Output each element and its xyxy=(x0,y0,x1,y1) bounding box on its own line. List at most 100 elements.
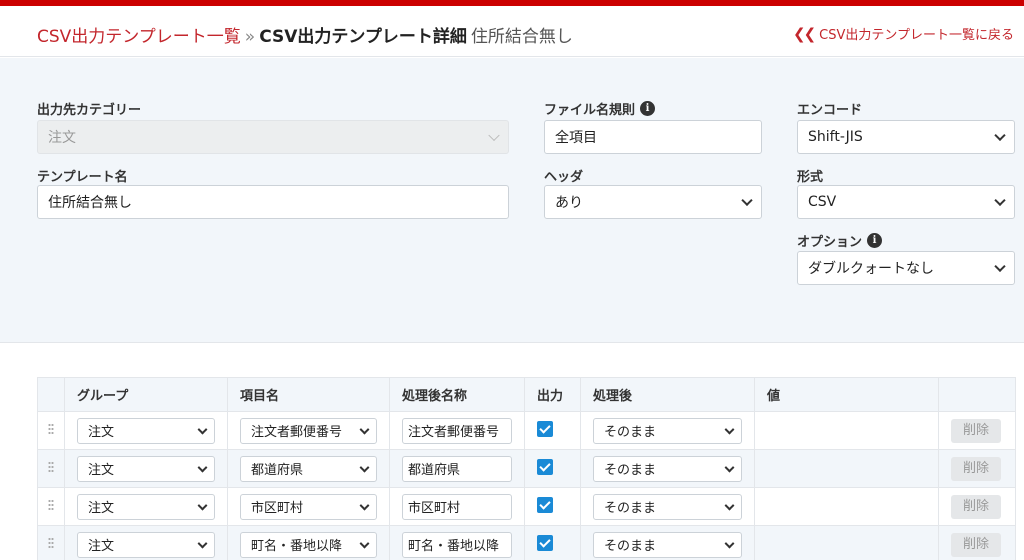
drag-handle-icon xyxy=(48,422,54,435)
filename-rule-label-text: ファイル名規則 xyxy=(544,103,636,118)
alias-input[interactable]: 注文者郵便番号 xyxy=(402,417,512,444)
page-title: CSV出力テンプレート詳細 xyxy=(259,27,467,47)
process-select[interactable]: そのまま xyxy=(593,455,742,482)
item-select[interactable]: 町名・番地以降 xyxy=(240,531,377,558)
encode-label: エンコード xyxy=(797,103,863,118)
drag-handle[interactable] xyxy=(37,449,65,488)
column-header-value: 値 xyxy=(754,377,939,412)
chevron-down-icon xyxy=(724,424,735,435)
page-header: CSV出力テンプレート一覧» CSV出力テンプレート詳細 住所結合無し ❮❮ CSV… xyxy=(0,6,1024,57)
group-select[interactable]: 注文 xyxy=(77,417,215,444)
encode-select[interactable]: Shift-JIS xyxy=(797,120,1015,154)
group-select[interactable]: 注文 xyxy=(77,493,215,520)
template-name-label: テンプレート名 xyxy=(37,170,128,185)
template-name-title: 住所結合無し xyxy=(470,27,573,47)
column-header-alias: 処理後名称 xyxy=(389,377,525,412)
chevron-down-icon xyxy=(359,500,370,511)
value-cell xyxy=(754,449,939,488)
filename-rule-value: 全項目 xyxy=(555,130,597,146)
process-value: そのまま xyxy=(604,501,657,516)
format-label: 形式 xyxy=(797,170,824,185)
option-label-text: オプション xyxy=(797,235,863,250)
category-label: 出力先カテゴリー xyxy=(37,103,142,118)
delete-button[interactable]: 削除 xyxy=(951,494,1001,519)
table-row: 注文 町名・番地以降 町名・番地以降 そのまま 削除 xyxy=(37,525,1016,560)
group-value: 注文 xyxy=(88,539,115,554)
delete-button[interactable]: 削除 xyxy=(951,456,1001,481)
alias-input[interactable]: 都道府県 xyxy=(402,455,512,482)
group-value: 注文 xyxy=(88,501,115,516)
info-icon[interactable]: i xyxy=(640,101,656,116)
chevron-down-icon xyxy=(359,462,370,473)
delete-button[interactable]: 削除 xyxy=(951,418,1001,443)
group-value: 注文 xyxy=(88,463,115,478)
format-value: CSV xyxy=(808,194,837,210)
back-link-label: CSV出力テンプレート一覧に戻る xyxy=(819,28,1014,43)
option-select[interactable]: ダブルクォートなし xyxy=(797,251,1015,285)
output-checkbox[interactable] xyxy=(537,420,553,437)
column-header-group: グループ xyxy=(64,377,228,412)
table-row: 注文 注文者郵便番号 注文者郵便番号 そのまま 削除 xyxy=(37,411,1016,450)
output-checkbox[interactable] xyxy=(537,496,553,513)
value-cell xyxy=(754,411,939,450)
group-select[interactable]: 注文 xyxy=(77,455,215,482)
template-name-value: 住所結合無し xyxy=(48,195,132,211)
item-select[interactable]: 注文者郵便番号 xyxy=(240,417,377,444)
chevron-down-icon xyxy=(741,194,753,207)
header-value: あり xyxy=(555,195,583,211)
breadcrumb-separator: » xyxy=(244,27,256,47)
alias-value: 注文者郵便番号 xyxy=(408,425,500,440)
filename-rule-label: ファイル名規則 i xyxy=(544,99,656,118)
category-select: 注文 xyxy=(37,120,509,154)
filename-rule-input[interactable]: 全項目 xyxy=(544,120,762,154)
chevron-down-icon xyxy=(724,500,735,511)
settings-panel: 出力先カテゴリー 注文 テンプレート名 住所結合無し ファイル名規則 i 全項目… xyxy=(0,58,1024,343)
chevron-down-icon xyxy=(197,424,208,435)
drag-handle-icon xyxy=(48,536,54,549)
chevron-down-icon xyxy=(197,538,208,549)
process-select[interactable]: そのまま xyxy=(593,417,742,444)
chevron-down-icon xyxy=(197,462,208,473)
alias-input[interactable]: 町名・番地以降 xyxy=(402,531,512,558)
chevron-down-icon xyxy=(359,424,370,435)
table-row: 注文 市区町村 市区町村 そのまま 削除 xyxy=(37,487,1016,526)
drag-handle[interactable] xyxy=(37,411,65,450)
drag-handle-icon xyxy=(48,498,54,511)
alias-input[interactable]: 市区町村 xyxy=(402,493,512,520)
drag-handle[interactable] xyxy=(37,487,65,526)
table-header-row: グループ 項目名 処理後名称 出力 処理後 値 xyxy=(37,377,1016,412)
column-header-item: 項目名 xyxy=(227,377,390,412)
format-select[interactable]: CSV xyxy=(797,185,1015,219)
option-label: オプション i xyxy=(797,231,883,250)
column-header-actions xyxy=(938,377,1016,412)
chevron-down-icon xyxy=(994,129,1006,142)
chevron-down-icon xyxy=(359,538,370,549)
double-chevron-left-icon: ❮❮ xyxy=(793,24,816,43)
chevron-down-icon xyxy=(994,260,1006,273)
item-value: 都道府県 xyxy=(251,463,304,478)
column-header-process: 処理後 xyxy=(580,377,755,412)
drag-handle[interactable] xyxy=(37,525,65,560)
output-checkbox[interactable] xyxy=(537,534,553,551)
back-to-list-link[interactable]: ❮❮ CSV出力テンプレート一覧に戻る xyxy=(793,24,1014,44)
process-select[interactable]: そのまま xyxy=(593,493,742,520)
output-checkbox[interactable] xyxy=(537,458,553,475)
template-name-input[interactable]: 住所結合無し xyxy=(37,185,509,219)
table-row: 注文 都道府県 都道府県 そのまま 削除 xyxy=(37,449,1016,488)
breadcrumb-list-link[interactable]: CSV出力テンプレート一覧 xyxy=(37,27,241,47)
item-select[interactable]: 都道府県 xyxy=(240,455,377,482)
alias-value: 町名・番地以降 xyxy=(408,539,500,554)
process-value: そのまま xyxy=(604,425,657,440)
delete-button[interactable]: 削除 xyxy=(951,532,1001,557)
process-select[interactable]: そのまま xyxy=(593,531,742,558)
info-icon[interactable]: i xyxy=(867,233,883,248)
breadcrumb: CSV出力テンプレート一覧» CSV出力テンプレート詳細 住所結合無し xyxy=(37,22,573,47)
group-select[interactable]: 注文 xyxy=(77,531,215,558)
category-value: 注文 xyxy=(48,130,76,146)
item-select[interactable]: 市区町村 xyxy=(240,493,377,520)
chevron-down-icon xyxy=(724,462,735,473)
chevron-down-icon xyxy=(197,500,208,511)
header-select[interactable]: あり xyxy=(544,185,762,219)
header-label: ヘッダ xyxy=(544,170,584,185)
template-items-table: グループ 項目名 処理後名称 出力 処理後 値 注文 注文者郵便番号 注文者郵便… xyxy=(37,377,1016,560)
